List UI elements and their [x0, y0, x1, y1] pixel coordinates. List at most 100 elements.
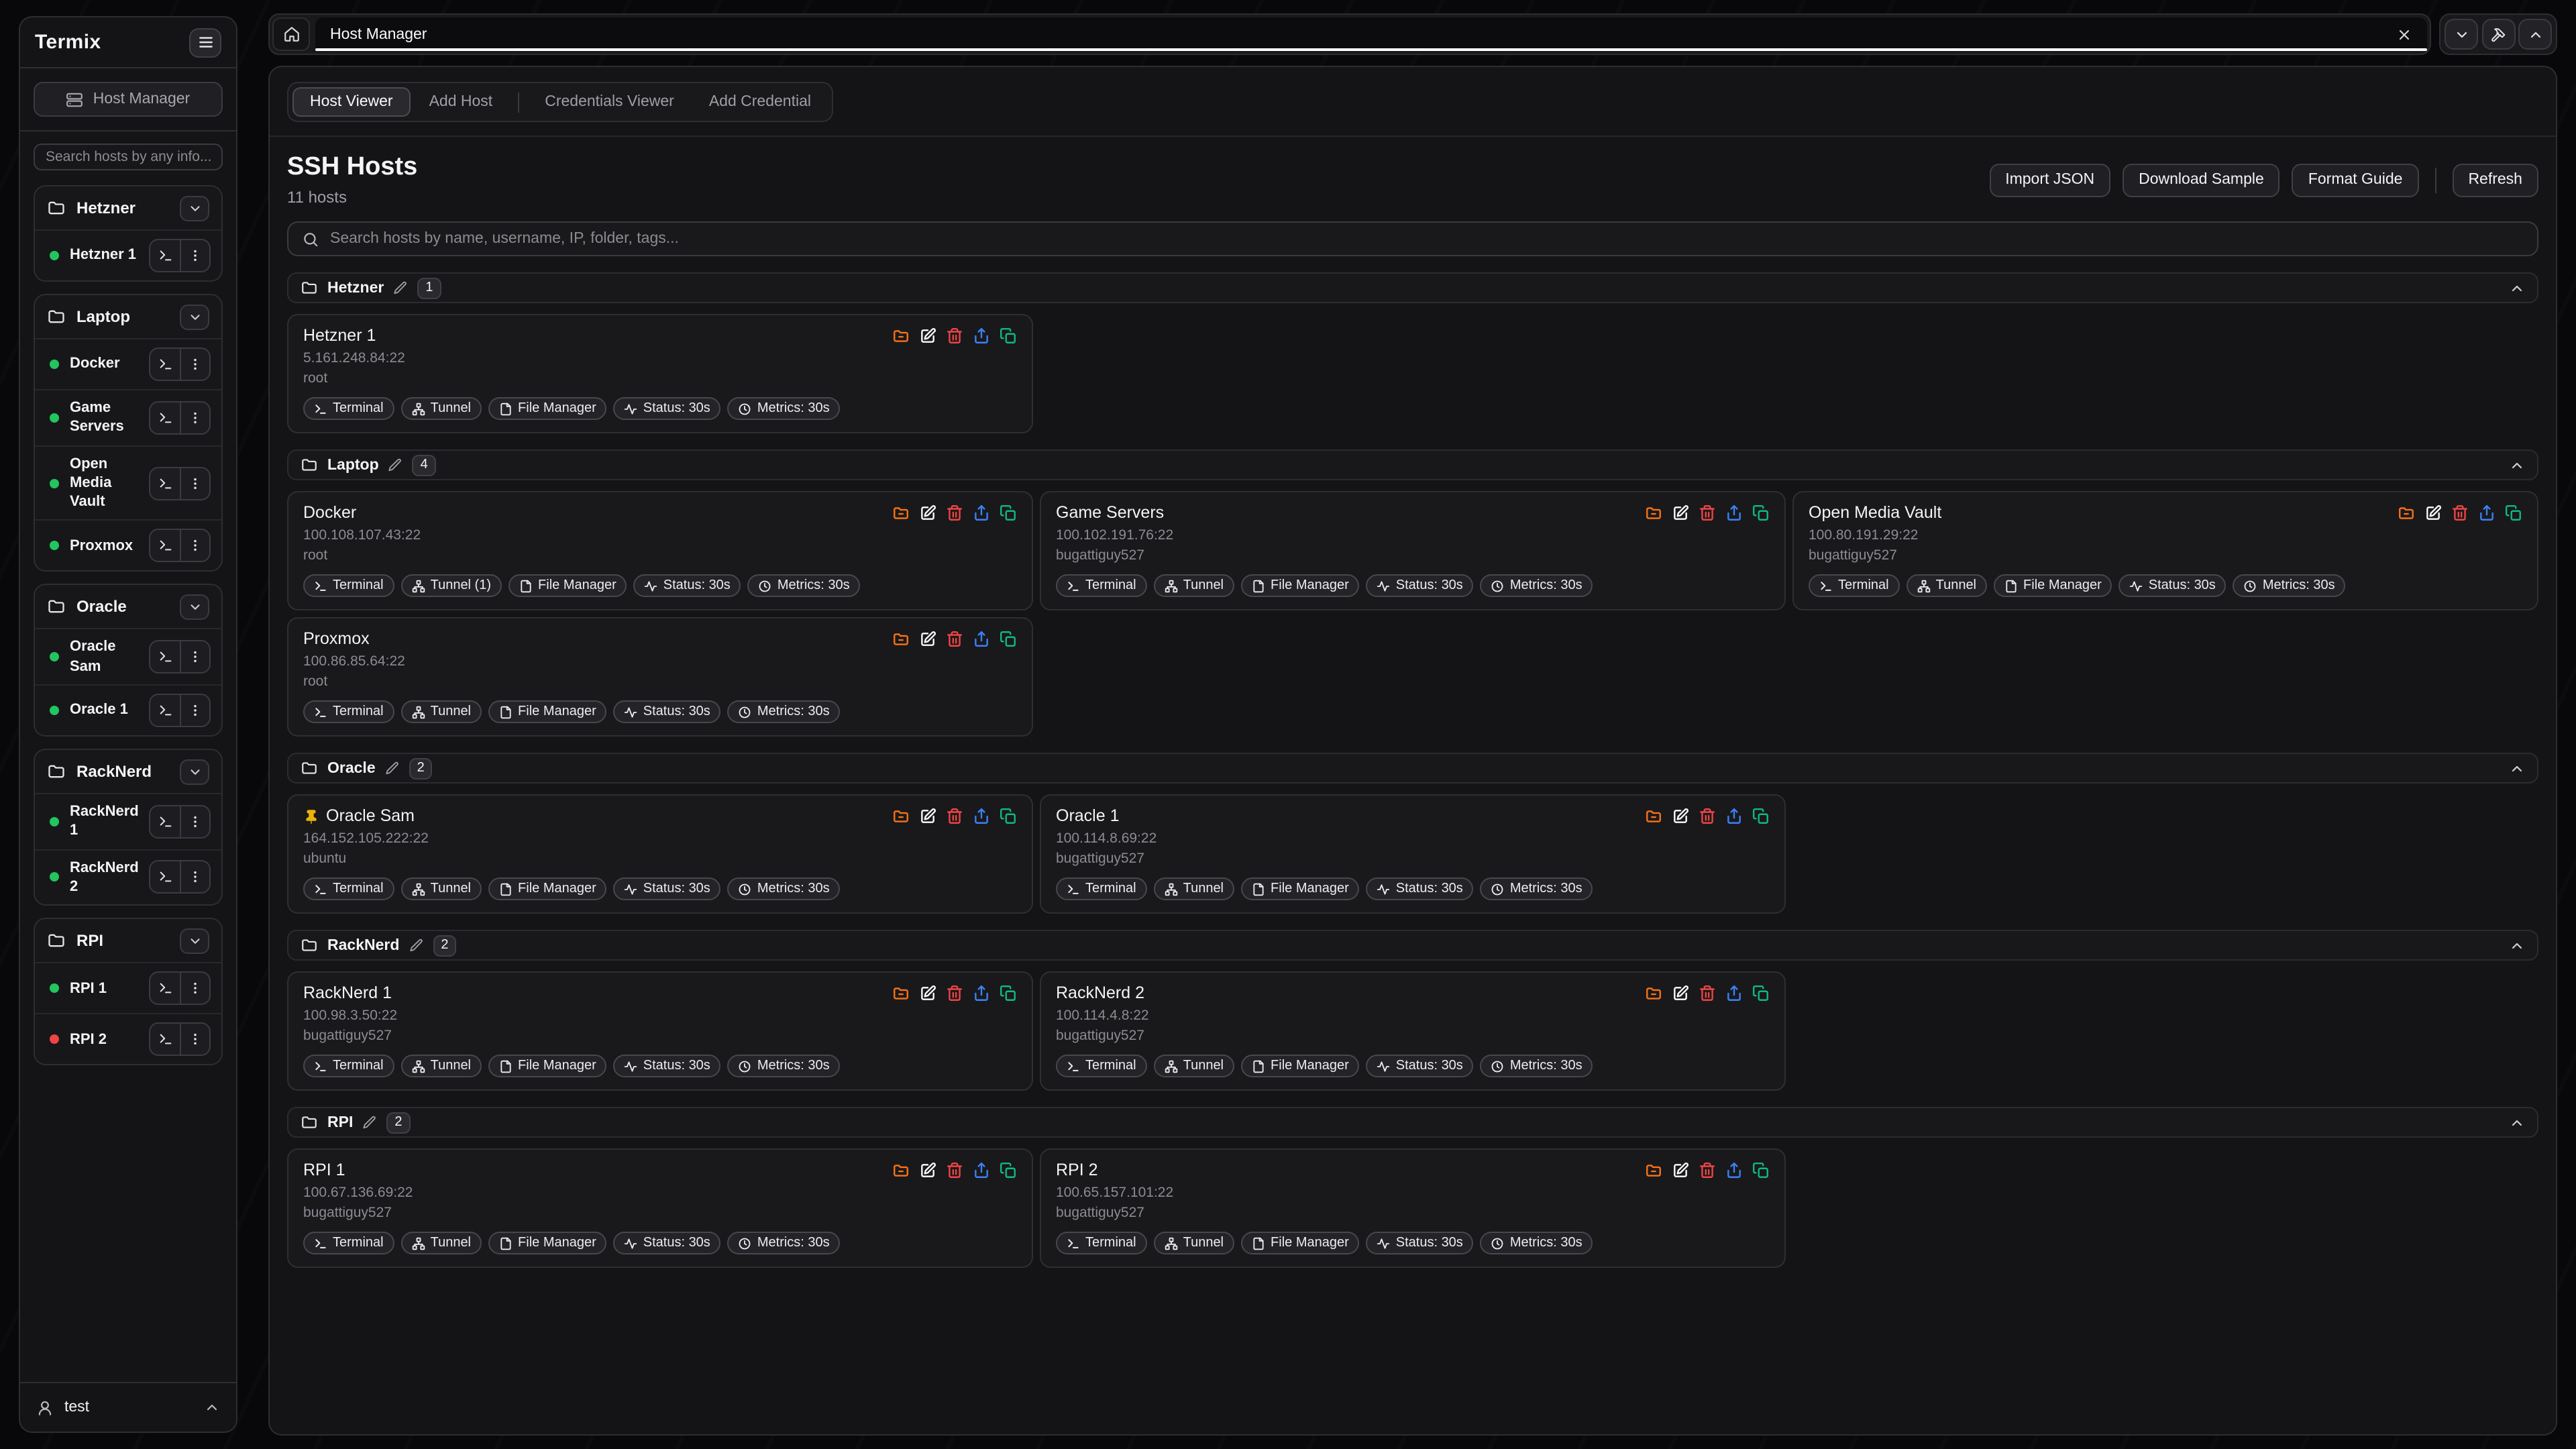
edit-host-button[interactable]	[1672, 1162, 1689, 1179]
tunnel-chip[interactable]: Tunnel	[1154, 877, 1234, 900]
collapse-section-icon[interactable]	[2509, 1114, 2525, 1130]
tunnel-chip[interactable]: Tunnel	[1154, 1055, 1234, 1077]
edit-host-button[interactable]	[2424, 504, 2442, 522]
remove-from-folder-button[interactable]	[1645, 1162, 1662, 1179]
collapse-section-icon[interactable]	[2509, 457, 2525, 473]
terminal-button[interactable]	[150, 468, 180, 498]
format-guide-button[interactable]: Format Guide	[2292, 163, 2419, 197]
terminal-button[interactable]	[150, 973, 180, 1004]
export-host-button[interactable]	[1725, 504, 1743, 522]
folder-section-header[interactable]: Laptop 4	[287, 449, 2538, 480]
delete-host-button[interactable]	[1699, 985, 1716, 1002]
remove-from-folder-button[interactable]	[892, 631, 910, 648]
terminal-button[interactable]	[150, 402, 180, 433]
sidebar-host-row[interactable]: Oracle 1	[35, 684, 221, 735]
file-manager-chip[interactable]: File Manager	[488, 877, 607, 900]
status-chip[interactable]: Status: 30s	[1366, 574, 1474, 597]
edit-folder-icon[interactable]	[385, 761, 400, 775]
metrics-chip[interactable]: Metrics: 30s	[728, 1232, 841, 1254]
edit-host-button[interactable]	[1672, 985, 1689, 1002]
host-manager-nav-button[interactable]: Host Manager	[34, 82, 223, 117]
metrics-chip[interactable]: Metrics: 30s	[2233, 574, 2346, 597]
copy-host-button[interactable]	[1000, 808, 1017, 825]
file-manager-chip[interactable]: File Manager	[1994, 574, 2112, 597]
edit-host-button[interactable]	[919, 631, 936, 648]
export-host-button[interactable]	[973, 985, 990, 1002]
collapse-folder-button[interactable]	[180, 928, 209, 954]
edit-host-button[interactable]	[1672, 504, 1689, 522]
edit-host-button[interactable]	[919, 1162, 936, 1179]
collapse-section-icon[interactable]	[2509, 937, 2525, 953]
file-manager-chip[interactable]: File Manager	[488, 397, 607, 420]
terminal-button[interactable]	[150, 695, 180, 726]
tunnel-chip[interactable]: Tunnel	[1154, 574, 1234, 597]
terminal-chip[interactable]: Terminal	[1809, 574, 1900, 597]
copy-host-button[interactable]	[1752, 1162, 1770, 1179]
status-chip[interactable]: Status: 30s	[614, 1055, 721, 1077]
metrics-chip[interactable]: Metrics: 30s	[1481, 1055, 1593, 1077]
tunnel-chip[interactable]: Tunnel	[1154, 1232, 1234, 1254]
folder-section-header[interactable]: Hetzner 1	[287, 272, 2538, 303]
remove-from-folder-button[interactable]	[892, 808, 910, 825]
remove-from-folder-button[interactable]	[1645, 808, 1662, 825]
metrics-chip[interactable]: Metrics: 30s	[748, 574, 861, 597]
host-menu-button[interactable]	[180, 806, 210, 837]
close-tab-button[interactable]	[2396, 26, 2412, 42]
sidebar-host-row[interactable]: RackNerd 1	[35, 793, 221, 849]
admin-tools-button[interactable]	[2481, 19, 2515, 50]
export-host-button[interactable]	[973, 504, 990, 522]
tunnel-chip[interactable]: Tunnel	[401, 1055, 482, 1077]
edit-host-button[interactable]	[919, 504, 936, 522]
terminal-chip[interactable]: Terminal	[303, 574, 394, 597]
file-manager-chip[interactable]: File Manager	[488, 1232, 607, 1254]
host-menu-button[interactable]	[180, 973, 209, 1004]
terminal-chip[interactable]: Terminal	[1056, 1232, 1147, 1254]
collapse-folder-button[interactable]	[180, 759, 209, 784]
file-manager-chip[interactable]: File Manager	[1241, 1232, 1360, 1254]
terminal-button[interactable]	[150, 531, 180, 561]
sidebar-menu-button[interactable]	[189, 28, 221, 57]
scroll-top-button[interactable]	[2518, 19, 2552, 50]
delete-host-button[interactable]	[946, 985, 963, 1002]
copy-host-button[interactable]	[1000, 985, 1017, 1002]
metrics-chip[interactable]: Metrics: 30s	[1481, 1232, 1593, 1254]
terminal-chip[interactable]: Terminal	[1056, 877, 1147, 900]
home-button[interactable]	[272, 17, 310, 51]
file-manager-chip[interactable]: File Manager	[1241, 877, 1360, 900]
export-host-button[interactable]	[973, 1162, 990, 1179]
metrics-chip[interactable]: Metrics: 30s	[728, 1055, 841, 1077]
export-host-button[interactable]	[2478, 504, 2496, 522]
metrics-chip[interactable]: Metrics: 30s	[728, 397, 841, 420]
terminal-button[interactable]	[150, 349, 180, 380]
status-chip[interactable]: Status: 30s	[614, 700, 721, 723]
terminal-chip[interactable]: Terminal	[1056, 574, 1147, 597]
status-chip[interactable]: Status: 30s	[614, 877, 721, 900]
export-host-button[interactable]	[973, 327, 990, 345]
status-chip[interactable]: Status: 30s	[1366, 1232, 1474, 1254]
edit-host-button[interactable]	[1672, 808, 1689, 825]
sidebar-host-row[interactable]: RPI 1	[35, 963, 221, 1014]
status-chip[interactable]: Status: 30s	[2119, 574, 2226, 597]
remove-from-folder-button[interactable]	[1645, 504, 1662, 522]
sidebar-host-row[interactable]: Docker	[35, 338, 221, 389]
edit-folder-icon[interactable]	[393, 280, 408, 295]
host-menu-button[interactable]	[180, 468, 209, 498]
collapse-tabs-button[interactable]	[2445, 19, 2478, 50]
file-manager-chip[interactable]: File Manager	[1241, 1055, 1360, 1077]
remove-from-folder-button[interactable]	[892, 327, 910, 345]
edit-host-button[interactable]	[919, 808, 936, 825]
file-manager-chip[interactable]: File Manager	[488, 1055, 607, 1077]
tunnel-chip[interactable]: Tunnel (1)	[401, 574, 502, 597]
copy-host-button[interactable]	[1000, 1162, 1017, 1179]
terminal-button[interactable]	[150, 1024, 180, 1055]
sidebar-host-row[interactable]: Proxmox	[35, 520, 221, 571]
copy-host-button[interactable]	[1752, 808, 1770, 825]
collapse-section-icon[interactable]	[2509, 760, 2525, 776]
collapse-folder-button[interactable]	[180, 195, 209, 221]
delete-host-button[interactable]	[946, 808, 963, 825]
host-menu-button[interactable]	[180, 862, 210, 893]
host-search-box[interactable]	[287, 221, 2538, 256]
host-menu-button[interactable]	[180, 531, 209, 561]
host-menu-button[interactable]	[180, 349, 209, 380]
terminal-chip[interactable]: Terminal	[303, 1055, 394, 1077]
